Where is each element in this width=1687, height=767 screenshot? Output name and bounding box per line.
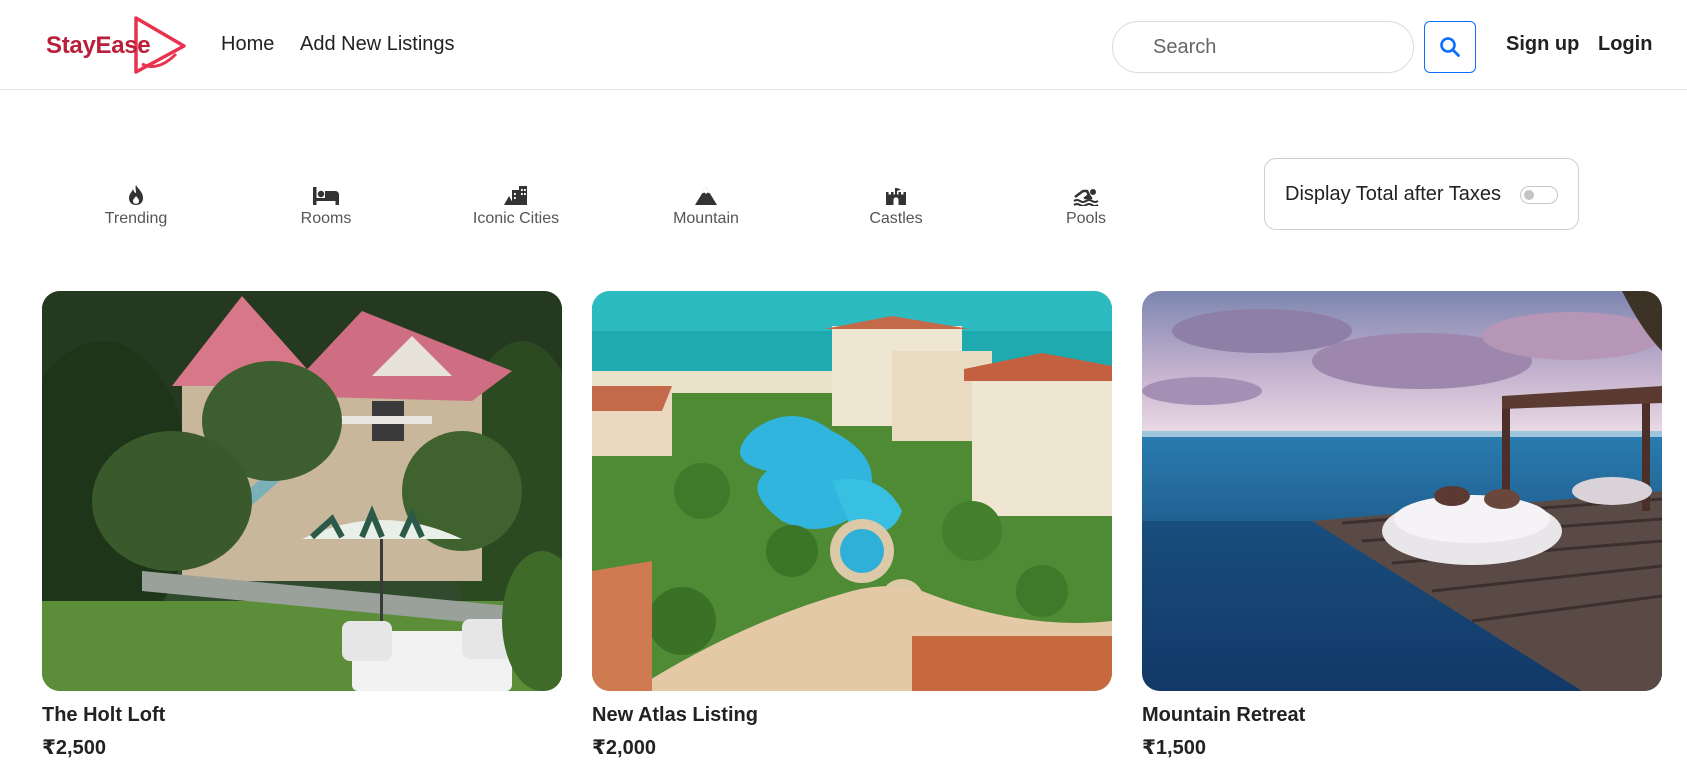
fire-icon bbox=[129, 185, 143, 205]
cottage-garden-image bbox=[42, 291, 562, 691]
navbar: StayEase Home Add New Listings Sign up L… bbox=[0, 0, 1687, 90]
search-input[interactable] bbox=[1153, 35, 1393, 59]
signup-link[interactable]: Sign up bbox=[1506, 33, 1579, 56]
filter-mountain[interactable]: Mountain bbox=[636, 178, 776, 228]
resort-pool-image bbox=[592, 291, 1112, 691]
brand-name: StayEase bbox=[46, 32, 151, 59]
listing-card[interactable]: The Holt Loft ₹2,500 bbox=[42, 291, 562, 759]
filter-castles[interactable]: Castles bbox=[826, 178, 966, 228]
login-link[interactable]: Login bbox=[1598, 33, 1652, 56]
filter-label: Trending bbox=[104, 210, 168, 227]
listing-image[interactable] bbox=[592, 291, 1112, 691]
listing-title: Mountain Retreat bbox=[1142, 704, 1306, 726]
city-icon bbox=[504, 186, 527, 205]
swimmer-icon bbox=[1073, 189, 1099, 206]
nav-add-listing-link[interactable]: Add New Listings bbox=[300, 33, 455, 56]
tax-toggle-box: Display Total after Taxes bbox=[1264, 158, 1579, 230]
filter-label: Rooms bbox=[300, 210, 352, 227]
filter-trending[interactable]: Trending bbox=[66, 178, 206, 228]
tax-toggle-label: Display Total after Taxes bbox=[1285, 183, 1502, 205]
filter-label: Pools bbox=[1065, 210, 1107, 227]
listing-title: The Holt Loft bbox=[42, 704, 166, 726]
listing-image[interactable] bbox=[1142, 291, 1662, 691]
filter-label: Iconic Cities bbox=[472, 210, 560, 227]
brand-logo[interactable]: StayEase bbox=[40, 14, 190, 76]
listing-image[interactable] bbox=[42, 291, 562, 691]
listing-card[interactable]: Mountain Retreat ₹1,500 bbox=[1142, 291, 1662, 759]
bed-icon bbox=[313, 187, 339, 205]
toggle-knob bbox=[1524, 190, 1534, 200]
listing-price: ₹1,500 bbox=[1142, 737, 1206, 759]
tax-toggle-switch[interactable] bbox=[1520, 186, 1558, 204]
listing-price: ₹2,000 bbox=[592, 737, 656, 759]
listing-price: ₹2,500 bbox=[42, 737, 106, 759]
filter-iconic-cities[interactable]: Iconic Cities bbox=[446, 178, 586, 228]
mountain-icon bbox=[695, 187, 717, 205]
nav-home-link[interactable]: Home bbox=[221, 33, 274, 56]
search-icon bbox=[1440, 37, 1460, 57]
search-button[interactable] bbox=[1424, 21, 1476, 73]
filter-label: Mountain bbox=[673, 210, 739, 227]
listing-card[interactable]: New Atlas Listing ₹2,000 bbox=[592, 291, 1112, 759]
ocean-deck-image bbox=[1142, 291, 1662, 691]
filter-label: Castles bbox=[869, 210, 923, 227]
filter-pools[interactable]: Pools bbox=[1016, 178, 1156, 228]
listing-title: New Atlas Listing bbox=[592, 704, 758, 726]
filter-rooms[interactable]: Rooms bbox=[256, 178, 396, 228]
search-box bbox=[1112, 21, 1414, 73]
castle-icon bbox=[886, 188, 906, 205]
